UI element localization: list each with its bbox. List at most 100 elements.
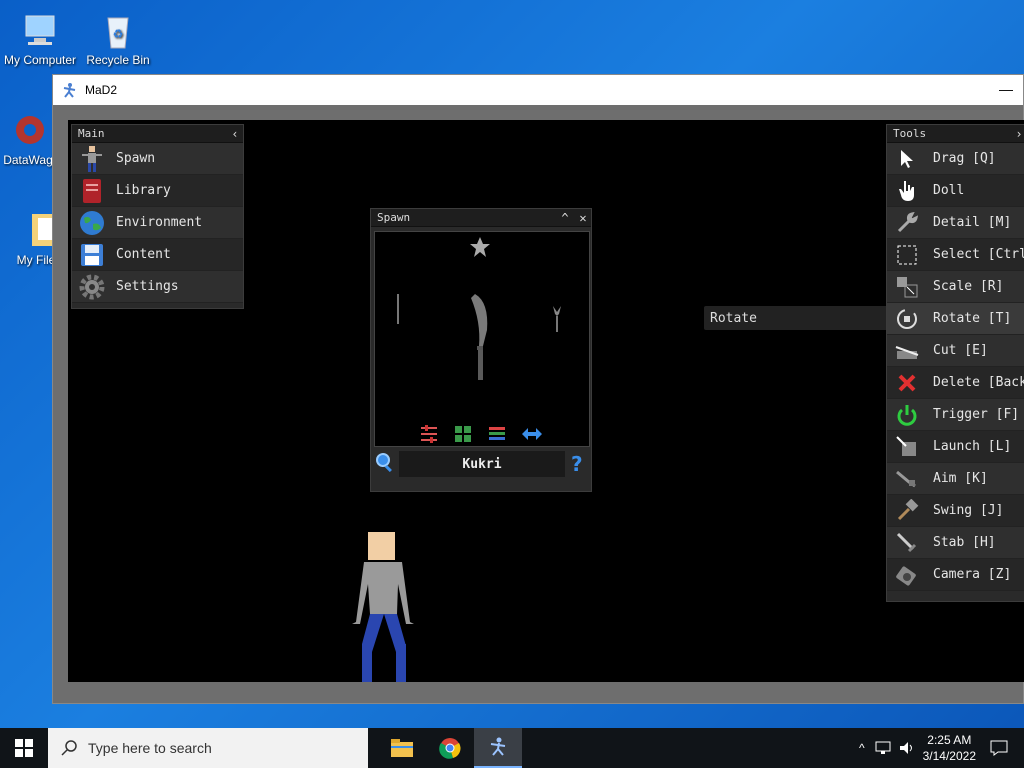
- main-item-library[interactable]: Library: [72, 175, 243, 207]
- delete-x-icon: [893, 369, 921, 397]
- tool-scale[interactable]: Scale [R]: [887, 271, 1024, 303]
- hand-icon: [893, 177, 921, 205]
- chevron-up-icon[interactable]: ^: [859, 741, 865, 755]
- main-item-settings[interactable]: Settings: [72, 271, 243, 303]
- globe-icon: [78, 209, 106, 237]
- main-item-label: Spawn: [116, 151, 156, 166]
- aim-icon: [893, 465, 921, 493]
- taskbar-search-box[interactable]: Type here to search: [48, 728, 368, 768]
- tool-camera[interactable]: Camera [Z]: [887, 559, 1024, 591]
- search-placeholder: Type here to search: [88, 740, 212, 756]
- volume-icon[interactable]: [899, 741, 915, 755]
- cursor-arrow-icon: [893, 145, 921, 173]
- desktop-icon-my-computer[interactable]: My Computer: [0, 10, 80, 67]
- tool-doll[interactable]: Doll: [887, 175, 1024, 207]
- windows-logo-icon: [15, 739, 33, 757]
- tool-trigger[interactable]: Trigger [F]: [887, 399, 1024, 431]
- search-icon: [61, 740, 77, 756]
- tool-label: Detail [M]: [933, 215, 1012, 230]
- tool-label: Camera [Z]: [933, 567, 1012, 582]
- swap-arrows-icon[interactable]: [521, 424, 543, 448]
- recycle-bin-icon: ♻: [98, 10, 138, 50]
- tool-label: Stab [H]: [933, 535, 996, 550]
- tool-detail[interactable]: Detail [M]: [887, 207, 1024, 239]
- tools-panel-collapse-button[interactable]: ›: [1011, 127, 1024, 141]
- spawn-panel-collapse-button[interactable]: ^: [557, 211, 573, 225]
- main-item-label: Environment: [116, 215, 203, 230]
- cut-icon: [893, 337, 921, 365]
- main-item-spawn[interactable]: Spawn: [72, 143, 243, 175]
- main-panel-collapse-button[interactable]: ‹: [227, 127, 243, 141]
- tool-swing[interactable]: Swing [J]: [887, 495, 1024, 527]
- tool-cut[interactable]: Cut [E]: [887, 335, 1024, 367]
- scale-icon: [893, 273, 921, 301]
- tool-delete[interactable]: Delete [Back: [887, 367, 1024, 399]
- taskbar-mad2[interactable]: [474, 728, 522, 768]
- tool-label: Rotate [T]: [933, 311, 1012, 326]
- tool-label: Cut [E]: [933, 343, 988, 358]
- desktop-icon-label: DataWag: [3, 153, 53, 167]
- folder-icon: [391, 739, 413, 757]
- rotate-tooltip: Rotate: [704, 306, 904, 330]
- spawn-item-tool[interactable]: [551, 306, 563, 340]
- spawn-item-name-field[interactable]: Kukri: [399, 451, 565, 477]
- filter-icon[interactable]: [419, 424, 439, 448]
- spawn-panel: Spawn ^ ✕ Kukri ?: [370, 208, 592, 492]
- rotate-icon: [893, 305, 921, 333]
- tool-stab[interactable]: Stab [H]: [887, 527, 1024, 559]
- tool-label: Aim [K]: [933, 471, 988, 486]
- ragdoll-character[interactable]: [342, 532, 422, 682]
- chrome-icon: [439, 738, 461, 759]
- taskbar: Type here to search ^ 2:25 AM 3/14/2022: [0, 728, 1024, 768]
- clock-time: 2:25 AM: [927, 733, 972, 747]
- camera-icon: [893, 561, 921, 589]
- tool-label: Select [Ctrl: [933, 247, 1024, 262]
- tool-launch[interactable]: Launch [L]: [887, 431, 1024, 463]
- taskbar-clock[interactable]: 2:25 AM 3/14/2022: [923, 732, 976, 764]
- hammer-icon: [893, 497, 921, 525]
- spawn-search-bar: Kukri ?: [371, 449, 591, 479]
- search-icon[interactable]: [375, 452, 395, 476]
- network-icon[interactable]: [875, 741, 891, 755]
- tool-label: Delete [Back: [933, 375, 1024, 390]
- svg-text:♻: ♻: [113, 27, 124, 41]
- taskbar-file-explorer[interactable]: [378, 728, 426, 768]
- launch-icon: [893, 433, 921, 461]
- computer-icon: [20, 10, 60, 50]
- taskbar-chrome[interactable]: [426, 728, 474, 768]
- clock-date: 3/14/2022: [922, 749, 976, 763]
- main-item-environment[interactable]: Environment: [72, 207, 243, 239]
- tools-panel-header[interactable]: Tools ›: [887, 125, 1024, 143]
- notification-icon[interactable]: [990, 740, 1008, 756]
- desktop-icon-recycle-bin[interactable]: ♻ Recycle Bin: [78, 10, 158, 67]
- tool-label: Trigger [F]: [933, 407, 1020, 422]
- spawn-item-grid[interactable]: [374, 231, 590, 447]
- minimize-button[interactable]: —: [999, 81, 1013, 97]
- tool-rotate[interactable]: Rotate [T]: [887, 303, 1024, 335]
- window-titlebar[interactable]: MaD2 —: [53, 75, 1023, 105]
- main-item-label: Settings: [116, 279, 179, 294]
- tool-drag[interactable]: Drag [Q]: [887, 143, 1024, 175]
- spawn-panel-header[interactable]: Spawn ^ ✕: [371, 209, 591, 227]
- tool-aim[interactable]: Aim [K]: [887, 463, 1024, 495]
- main-item-content[interactable]: Content: [72, 239, 243, 271]
- main-panel-header[interactable]: Main ‹: [72, 125, 243, 143]
- spawn-item-stick[interactable]: [395, 294, 401, 328]
- tool-label: Swing [J]: [933, 503, 1004, 518]
- book-icon: [78, 177, 106, 205]
- window-title: MaD2: [85, 83, 118, 97]
- game-viewport[interactable]: Main ‹ Spawn Library Environment Content…: [68, 120, 1024, 682]
- selection-box-icon: [893, 241, 921, 269]
- start-button[interactable]: [0, 728, 48, 768]
- system-tray: ^ 2:25 AM 3/14/2022: [859, 728, 1024, 768]
- folder-icon: [16, 210, 56, 250]
- spawn-item-kukri[interactable]: [467, 292, 497, 388]
- desktop-icon-label: My File: [16, 253, 56, 267]
- sword-icon: [893, 529, 921, 557]
- grid-view-icon[interactable]: [453, 424, 473, 448]
- star-favorite-icon[interactable]: [469, 236, 491, 262]
- list-view-icon[interactable]: [487, 424, 507, 448]
- spawn-panel-close-button[interactable]: ✕: [575, 211, 591, 225]
- help-icon[interactable]: ?: [571, 452, 583, 476]
- tool-select[interactable]: Select [Ctrl: [887, 239, 1024, 271]
